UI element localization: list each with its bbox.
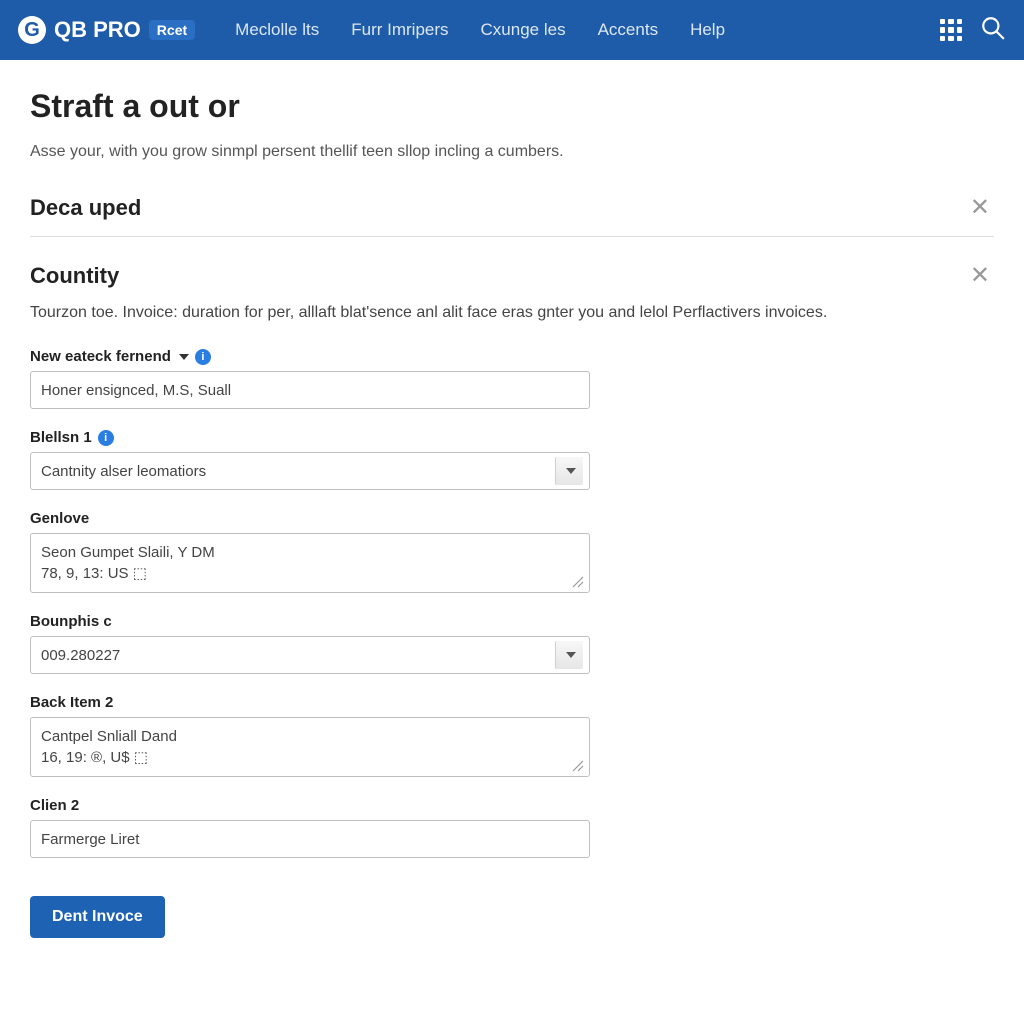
select-value: 009.280227	[41, 647, 120, 664]
chevron-down-icon[interactable]	[179, 354, 189, 360]
top-nav-bar: G QB PRO Rcet Meclolle lts Furr Imripers…	[0, 0, 1024, 60]
section-deca-title: Deca uped	[30, 195, 141, 221]
nav-item-0[interactable]: Meclolle lts	[235, 20, 319, 40]
nav-items: Meclolle lts Furr Imripers Cxunge les Ac…	[235, 20, 725, 40]
label-text: Bounphis c	[30, 613, 112, 630]
resize-handle-icon[interactable]	[571, 758, 585, 772]
label-text: Clien 2	[30, 797, 79, 814]
page-content: Straft a out or Asse your, with you grow…	[0, 60, 1024, 958]
textarea-value: Cantpel Snliall Dand 16, 19: ®, U$ ⬚	[41, 728, 177, 766]
nav-item-3[interactable]: Accents	[598, 20, 658, 40]
clien-input[interactable]	[30, 820, 590, 858]
label-text: Back Item 2	[30, 694, 113, 711]
field-back-item: Back Item 2 Cantpel Snliall Dand 16, 19:…	[30, 694, 994, 777]
chevron-down-icon	[566, 468, 576, 474]
field-clien: Clien 2	[30, 797, 994, 858]
nav-item-1[interactable]: Furr Imripers	[351, 20, 448, 40]
page-subtitle: Asse your, with you grow sinmpl persent …	[30, 143, 994, 161]
field-label: Clien 2	[30, 797, 994, 814]
textarea-value: Seon Gumpet Slaili, Y DM 78, 9, 13: US ⬚	[41, 544, 215, 582]
dent-invoice-button[interactable]: Dent Invoce	[30, 896, 165, 938]
resize-handle-icon[interactable]	[571, 574, 585, 588]
nav-item-2[interactable]: Cxunge les	[481, 20, 566, 40]
select-toggle[interactable]	[555, 457, 583, 485]
genlove-textarea[interactable]: Seon Gumpet Slaili, Y DM 78, 9, 13: US ⬚	[30, 533, 590, 593]
nav-item-4[interactable]: Help	[690, 20, 725, 40]
topbar-right	[940, 15, 1006, 46]
close-icon[interactable]: ✕	[966, 261, 994, 290]
select-toggle[interactable]	[555, 641, 583, 669]
select-value: Cantnity alser leomatiors	[41, 463, 206, 480]
back-item-textarea[interactable]: Cantpel Snliall Dand 16, 19: ®, U$ ⬚	[30, 717, 590, 777]
section-deca: Deca uped ✕	[30, 189, 994, 236]
section-countity-title: Countity	[30, 263, 119, 289]
new-eateck-input[interactable]	[30, 371, 590, 409]
bounphis-select[interactable]: 009.280227	[30, 636, 590, 674]
label-text: New eateck fernend	[30, 348, 171, 365]
field-bounphis: Bounphis c 009.280227	[30, 613, 994, 674]
page-title: Straft a out or	[30, 88, 994, 125]
chevron-down-icon	[566, 652, 576, 658]
field-label: Genlove	[30, 510, 994, 527]
close-icon[interactable]: ✕	[966, 193, 994, 222]
search-icon[interactable]	[980, 15, 1006, 46]
label-text: Blellsn 1	[30, 429, 92, 446]
divider	[30, 236, 994, 237]
label-text: Genlove	[30, 510, 89, 527]
field-blellsn: Blellsn 1 i Cantnity alser leomatiors	[30, 429, 994, 490]
section-countity: Countity ✕	[30, 257, 994, 304]
brand-logo-icon: G	[18, 16, 46, 44]
brand-name: QB PRO	[54, 17, 141, 43]
info-icon[interactable]: i	[195, 349, 211, 365]
apps-grid-icon[interactable]	[940, 19, 962, 41]
field-label: Blellsn 1 i	[30, 429, 994, 446]
field-new-eateck: New eateck fernend i	[30, 348, 994, 409]
blellsn-select[interactable]: Cantnity alser leomatiors	[30, 452, 590, 490]
info-icon[interactable]: i	[98, 430, 114, 446]
field-label: New eateck fernend i	[30, 348, 994, 365]
field-label: Bounphis c	[30, 613, 994, 630]
field-genlove: Genlove Seon Gumpet Slaili, Y DM 78, 9, …	[30, 510, 994, 593]
section-countity-desc: Tourzon toe. Invoice: duration for per, …	[30, 304, 994, 322]
brand: G QB PRO Rcet	[18, 16, 195, 44]
brand-badge: Rcet	[149, 20, 195, 40]
field-label: Back Item 2	[30, 694, 994, 711]
